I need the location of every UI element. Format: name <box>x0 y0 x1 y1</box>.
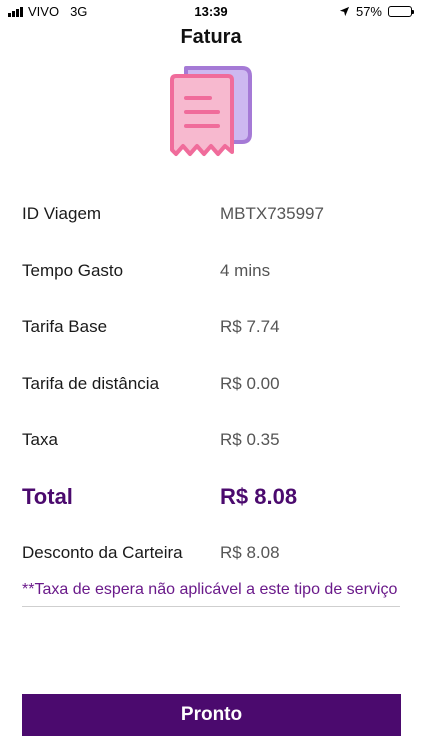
row-label: Taxa <box>22 430 58 450</box>
row-value: R$ 0.35 <box>220 430 280 450</box>
row-value: R$ 0.00 <box>220 373 280 393</box>
row-value: R$ 8.08 <box>220 542 280 562</box>
status-right: 57% <box>339 4 414 19</box>
row-value: 4 mins <box>220 260 271 280</box>
location-arrow-icon <box>339 6 350 17</box>
invoice-row-distance-fare: Tarifa de distância R$ 0.00 <box>22 356 402 413</box>
waiting-fee-note: **Taxa de espera não aplicável a este ti… <box>22 579 400 607</box>
status-bar: VIVO 3G 13:39 57% <box>0 0 422 24</box>
row-label: Tarifa de distância <box>22 373 160 393</box>
invoice-row-time-spent: Tempo Gasto 4 mins <box>22 243 402 300</box>
row-label: Tempo Gasto <box>22 260 124 280</box>
done-button[interactable]: Pronto <box>22 694 401 736</box>
battery-percent: 57% <box>355 4 382 19</box>
row-label: Tarifa Base <box>22 317 108 337</box>
row-value: MBTX735997 <box>220 204 324 224</box>
row-label: ID Viagem <box>22 204 102 224</box>
row-label: Desconto da Carteira <box>22 542 183 562</box>
total-label: Total <box>22 483 73 509</box>
receipt-icon <box>170 66 252 156</box>
invoice-row-wallet-discount: Desconto da Carteira R$ 8.08 <box>22 525 402 582</box>
page-title: Fatura <box>180 26 242 48</box>
invoice-row-total: Total R$ 8.08 <box>22 469 402 525</box>
invoice-row-base-fare: Tarifa Base R$ 7.74 <box>22 299 402 356</box>
invoice-row-trip-id: ID Viagem MBTX735997 <box>22 186 402 243</box>
invoice-details: ID Viagem MBTX735997 Tempo Gasto 4 mins … <box>22 186 402 581</box>
total-value: R$ 8.08 <box>220 483 298 509</box>
invoice-row-fee: Taxa R$ 0.35 <box>22 412 402 469</box>
battery-icon <box>388 6 414 17</box>
row-value: R$ 7.74 <box>220 317 280 337</box>
